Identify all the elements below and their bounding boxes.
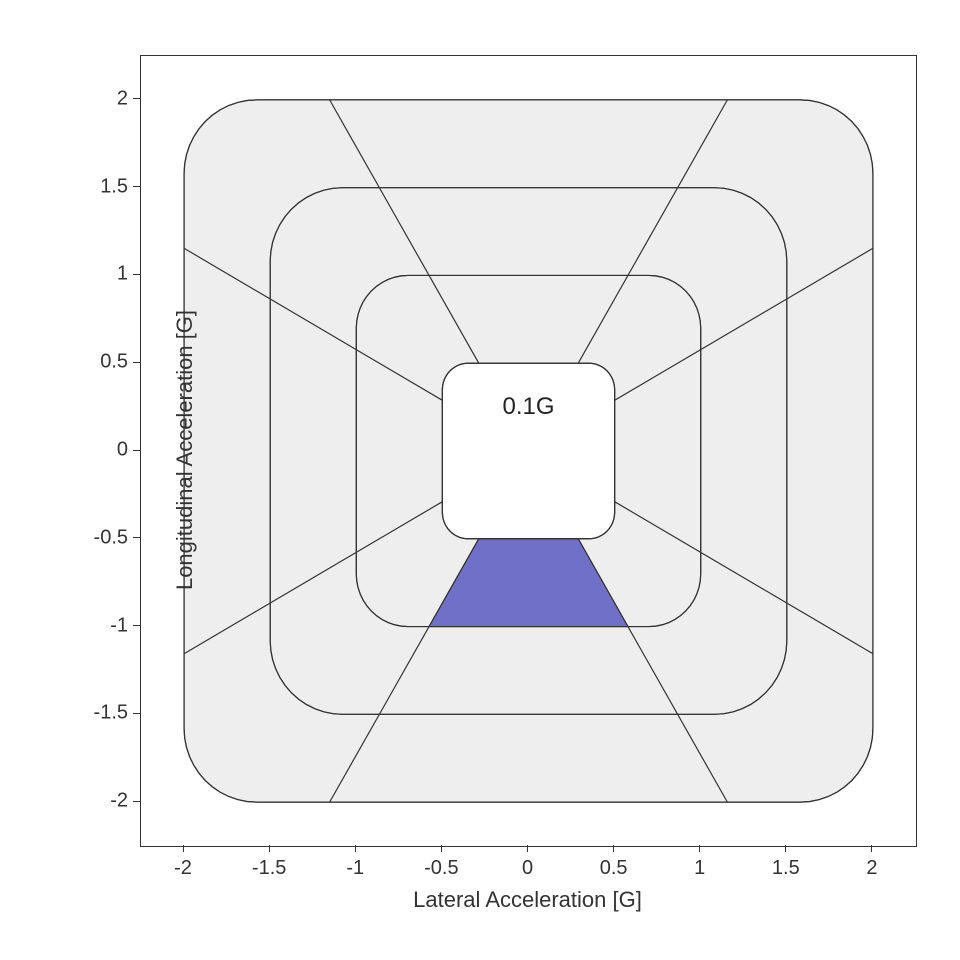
y-tick-label: -1.5 — [94, 702, 128, 725]
y-tick-label: 1 — [117, 263, 128, 286]
x-tick-mark — [871, 845, 872, 852]
x-tick-mark — [527, 845, 528, 852]
x-tick-mark — [613, 845, 614, 852]
x-tick-label: -0.5 — [424, 857, 458, 880]
center-label: 0.1G — [502, 393, 554, 421]
y-axis-label: Longitudinal Acceleration [G] — [172, 310, 198, 590]
y-tick-label: 1.5 — [100, 175, 128, 198]
y-tick-mark — [133, 713, 140, 714]
y-tick-mark — [133, 537, 140, 538]
y-tick-mark — [133, 362, 140, 363]
y-tick-label: 0.5 — [100, 351, 128, 374]
y-tick-mark — [133, 98, 140, 99]
y-tick-mark — [133, 801, 140, 802]
x-tick-mark — [785, 845, 786, 852]
x-tick-label: 0.5 — [600, 857, 628, 880]
x-tick-label: -1 — [346, 857, 364, 880]
y-tick-mark — [133, 186, 140, 187]
y-tick-label: 2 — [117, 87, 128, 110]
x-tick-mark — [441, 845, 442, 852]
x-tick-mark — [355, 845, 356, 852]
y-tick-label: 0 — [117, 439, 128, 462]
chart-svg — [141, 56, 916, 846]
y-tick-mark — [133, 450, 140, 451]
y-tick-label: -0.5 — [94, 526, 128, 549]
x-tick-label: 2 — [866, 857, 877, 880]
x-tick-label: 0 — [522, 857, 533, 880]
x-tick-label: 1.5 — [772, 857, 800, 880]
y-tick-mark — [133, 625, 140, 626]
y-tick-label: -1 — [110, 614, 128, 637]
x-tick-mark — [269, 845, 270, 852]
y-tick-label: -2 — [110, 790, 128, 813]
x-tick-label: -2 — [174, 857, 192, 880]
x-tick-mark — [183, 845, 184, 852]
y-tick-mark — [133, 274, 140, 275]
plot-area: 0.1G — [140, 55, 917, 847]
x-tick-mark — [699, 845, 700, 852]
x-tick-label: 1 — [694, 857, 705, 880]
x-axis-label: Lateral Acceleration [G] — [413, 887, 642, 913]
x-tick-label: -1.5 — [252, 857, 286, 880]
